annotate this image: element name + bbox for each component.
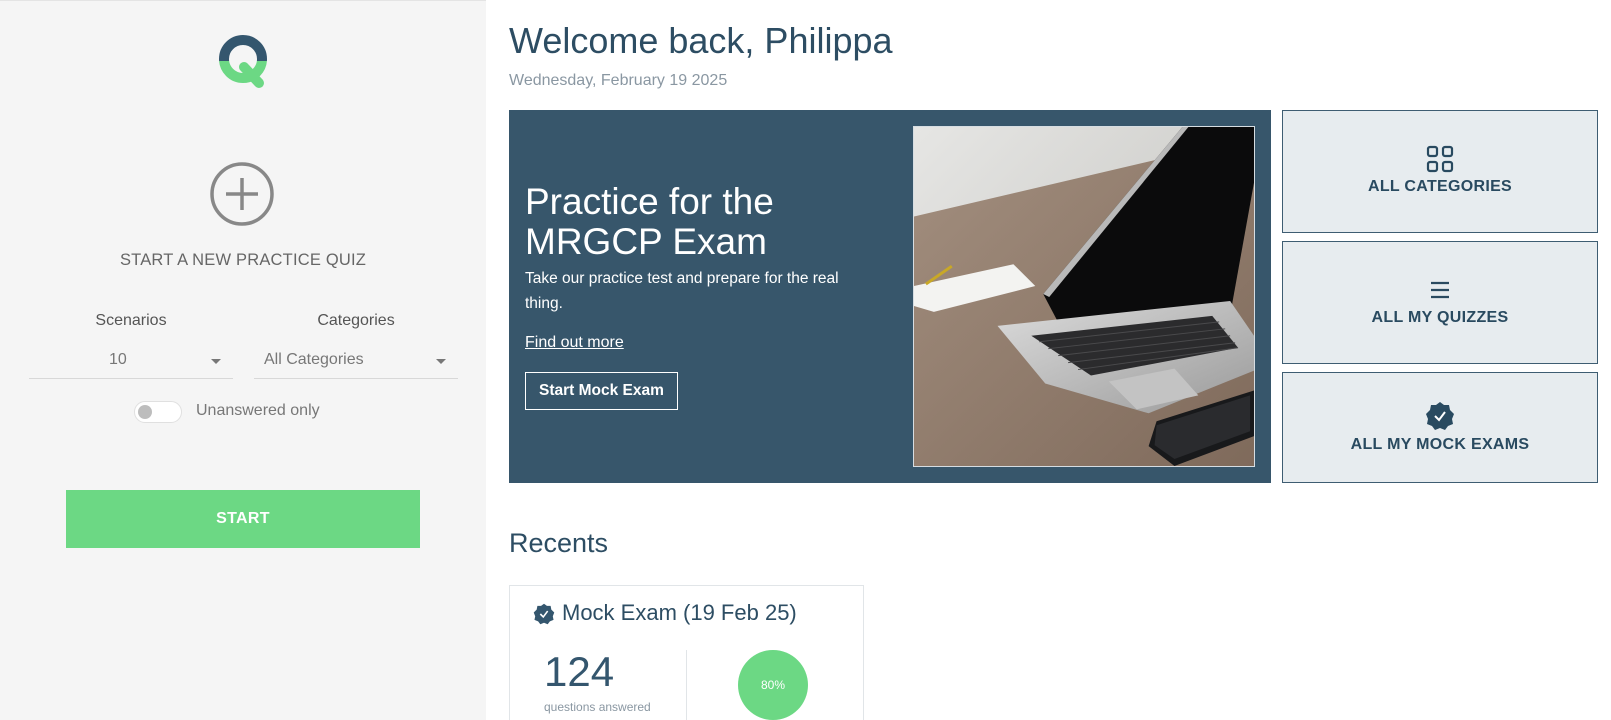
recents-heading: Recents <box>509 528 609 558</box>
start-button[interactable]: START <box>66 490 420 548</box>
grid-icon <box>1283 145 1597 173</box>
scenarios-value: 10 <box>109 351 127 368</box>
all-my-mock-exams-tile[interactable]: ALL MY MOCK EXAMS <box>1282 372 1598 483</box>
categories-value: All Categories <box>264 351 364 368</box>
categories-label: Categories <box>317 312 395 329</box>
add-circle-icon[interactable] <box>209 161 275 227</box>
laptop-photo <box>913 126 1255 467</box>
logo-icon <box>219 35 267 88</box>
unanswered-toggle[interactable] <box>134 401 182 423</box>
hero-title: Practice for the MRGCP Exam <box>525 181 774 262</box>
all-my-quizzes-tile[interactable]: ALL MY QUIZZES <box>1282 241 1598 364</box>
all-my-quizzes-label: ALL MY QUIZZES <box>1371 309 1509 326</box>
unanswered-label: Unanswered only <box>196 402 320 419</box>
toggle-knob <box>138 405 152 419</box>
chevron-down-icon <box>211 359 221 364</box>
welcome-heading: Welcome back, Philippa <box>509 20 893 61</box>
questions-count-label: questions answered <box>544 700 651 714</box>
hero-text: Take our practice test and prepare for t… <box>525 270 839 312</box>
questions-count: 124 <box>544 648 615 695</box>
all-categories-label: ALL CATEGORIES <box>1367 178 1513 195</box>
sidebar: START A NEW PRACTICE QUIZ Scenarios Cate… <box>0 0 486 720</box>
find-out-more-link[interactable]: Find out more <box>525 334 624 352</box>
new-quiz-label: START A NEW PRACTICE QUIZ <box>119 251 367 269</box>
badge-check-icon <box>533 603 555 625</box>
card-divider <box>686 650 687 720</box>
hero-banner: Practice for the MRGCP Exam Take our pra… <box>509 110 1271 483</box>
chevron-down-icon <box>436 359 446 364</box>
all-my-mock-exams-label: ALL MY MOCK EXAMS <box>1350 436 1530 453</box>
list-icon <box>1283 280 1597 300</box>
all-categories-tile[interactable]: ALL CATEGORIES <box>1282 110 1598 233</box>
recent-card[interactable]: Mock Exam (19 Feb 25) 124 questions answ… <box>509 585 864 720</box>
categories-select[interactable]: All Categories <box>254 341 458 379</box>
scenarios-select[interactable]: 10 <box>29 341 233 379</box>
recent-card-title: Mock Exam (19 Feb 25) <box>562 600 797 625</box>
scenarios-label: Scenarios <box>95 312 167 329</box>
date-label: Wednesday, February 19 2025 <box>509 72 728 89</box>
badge-check-icon <box>1283 401 1597 431</box>
start-mock-exam-button[interactable]: Start Mock Exam <box>525 372 678 410</box>
score-badge: 80% <box>738 650 808 720</box>
